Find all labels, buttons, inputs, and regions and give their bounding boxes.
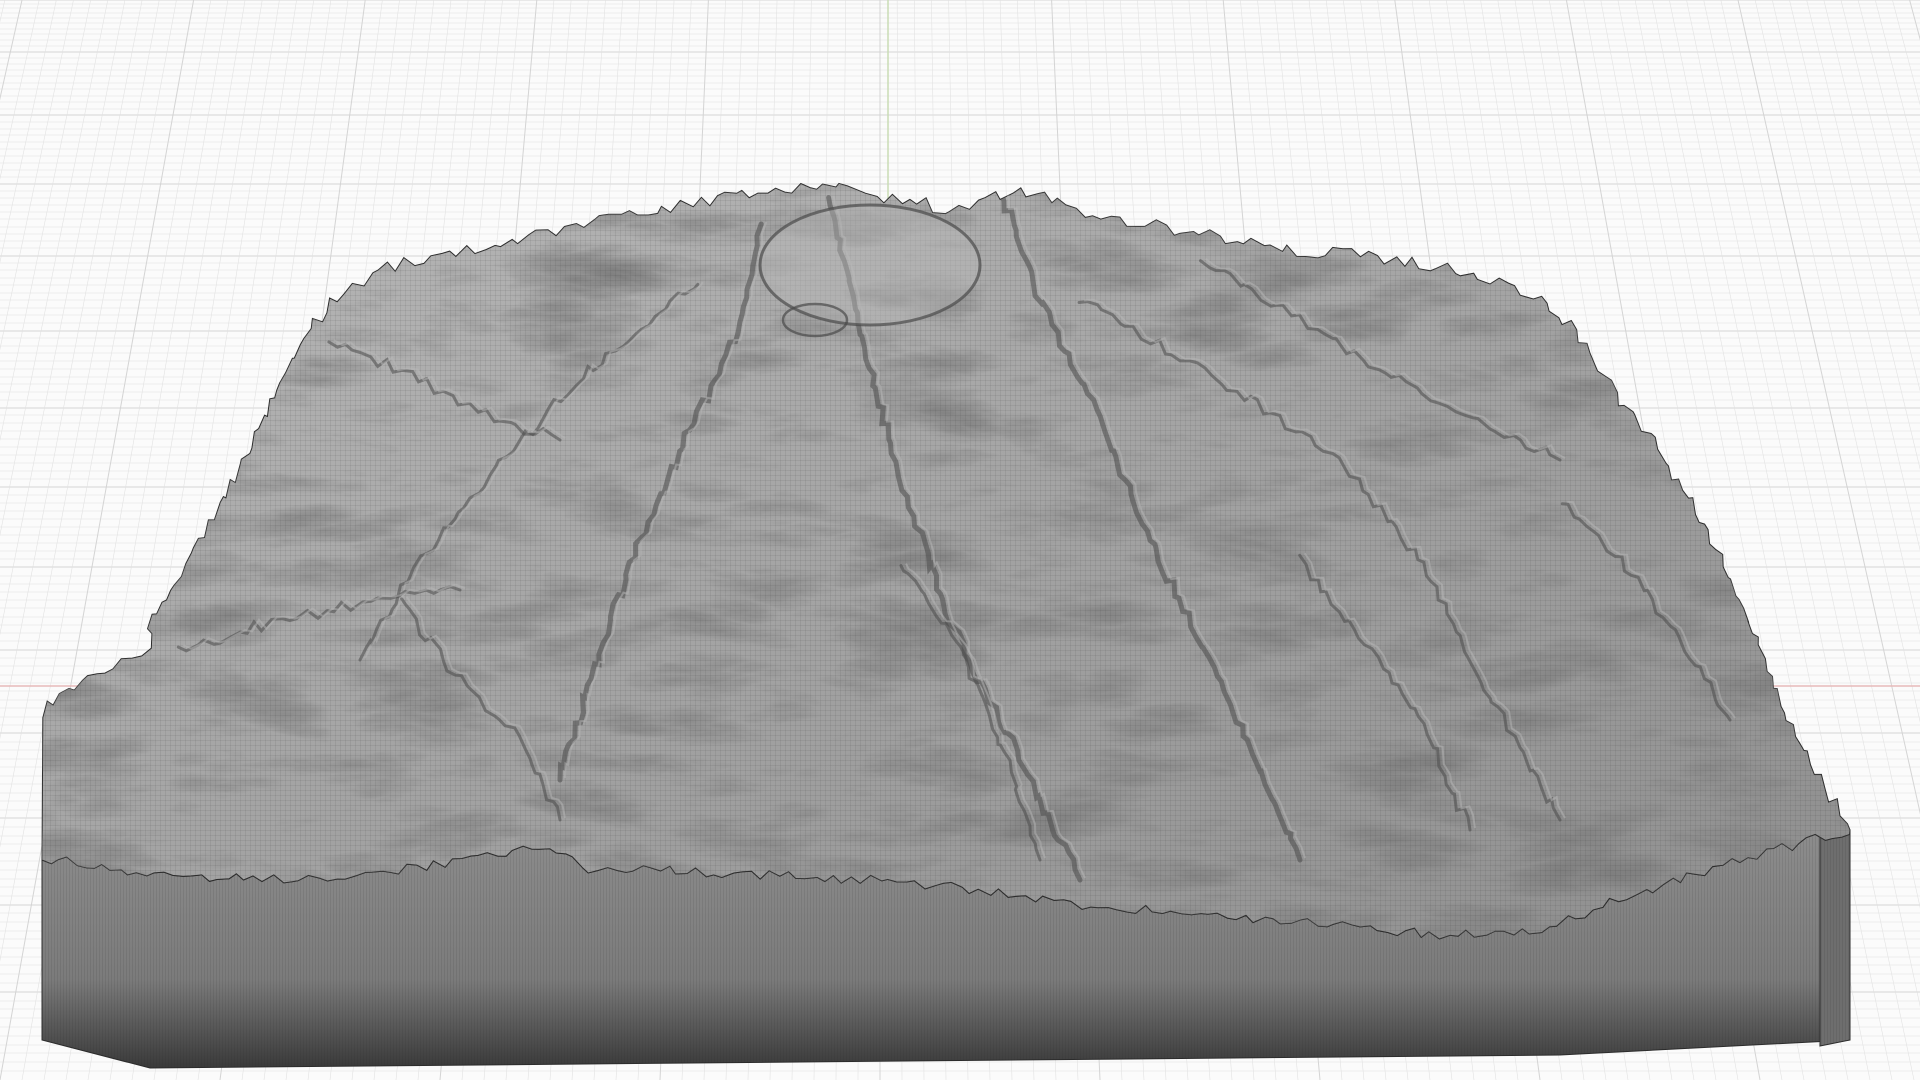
- viewport-scene[interactable]: [0, 0, 1920, 1080]
- 3d-viewport[interactable]: [0, 0, 1920, 1080]
- terrain-mesh[interactable]: [0, 0, 1920, 1080]
